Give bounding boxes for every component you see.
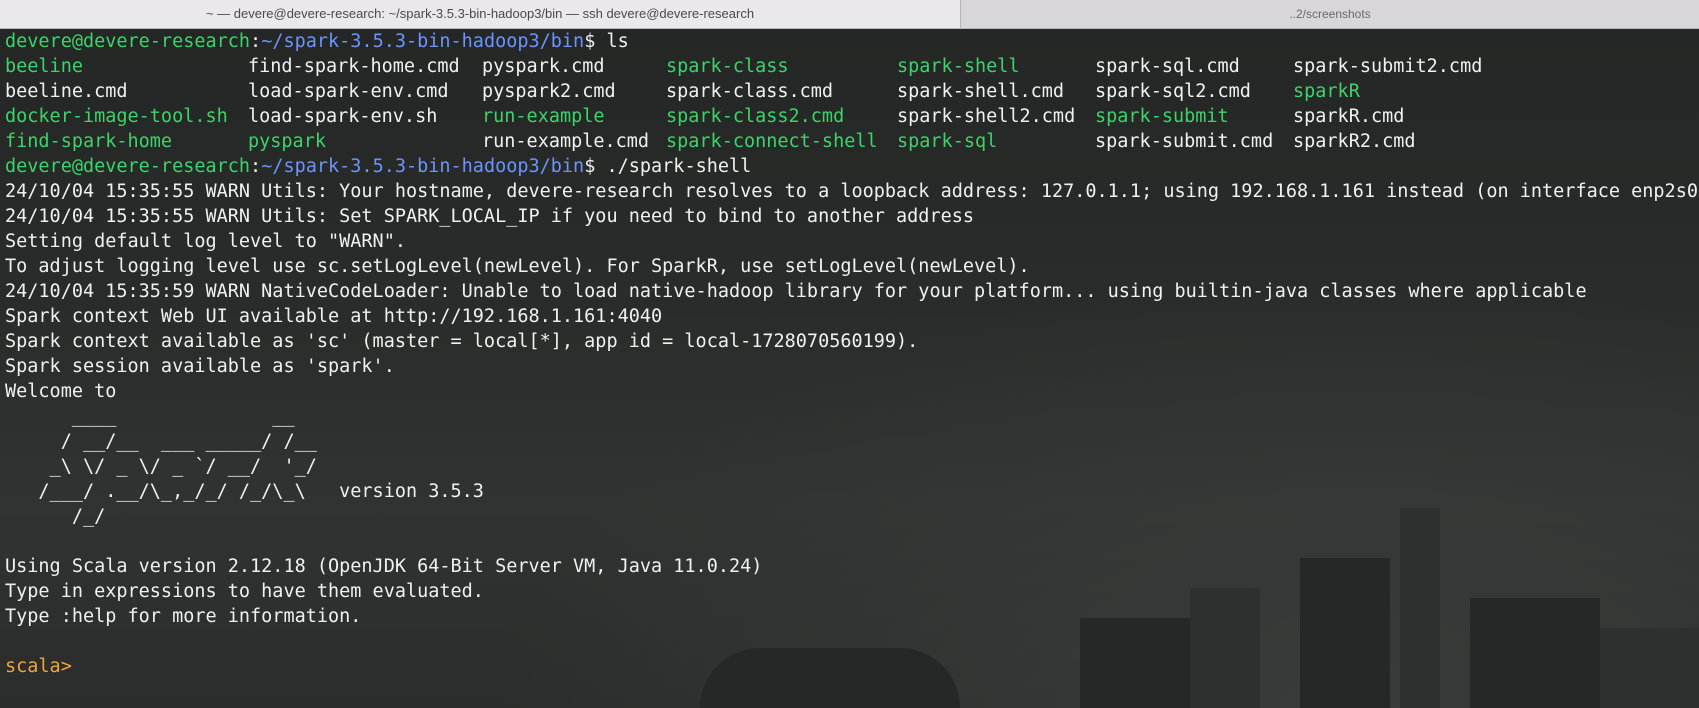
spark-banner-line: /___/ .__/\_,_/_/ /_/\_\ version 3.5.3: [5, 481, 484, 502]
ls-entry: load-spark-env.cmd: [248, 81, 449, 102]
spark-banner-line: _\ \/ _ \/ _ `/ __/ '_/: [5, 456, 317, 477]
log-line: Welcome to: [5, 381, 117, 402]
info-line: Using Scala version 2.12.18 (OpenJDK 64-…: [5, 556, 763, 577]
ls-entry: pyspark2.cmd: [482, 81, 616, 102]
info-line: Type in expressions to have them evaluat…: [5, 581, 484, 602]
prompt-line: devere@devere-research:~/spark-3.5.3-bin…: [5, 156, 752, 177]
ls-entry: spark-submit: [1095, 106, 1229, 127]
log-line: 24/10/04 15:35:59 WARN NativeCodeLoader:…: [5, 281, 1587, 302]
ls-entry: sparkR2.cmd: [1293, 131, 1416, 152]
prompt-user: devere@devere-research: [5, 31, 251, 52]
ls-row: beeline find-spark-home.cmd pyspark.cmd spa…: [0, 54, 1699, 79]
prompt-symbol: $: [584, 31, 596, 52]
ls-entry: run-example: [482, 106, 605, 127]
prompt-path: ~/spark-3.5.3-bin-hadoop3/bin: [261, 156, 585, 177]
ls-entry: spark-shell2.cmd: [897, 106, 1076, 127]
ls-entry: sparkR: [1293, 81, 1360, 102]
spark-banner-line: ____ __: [5, 406, 295, 427]
ls-entry: spark-shell: [897, 56, 1020, 77]
prompt-path: ~/spark-3.5.3-bin-hadoop3/bin: [261, 31, 585, 52]
log-line: 24/10/04 15:35:55 WARN Utils: Your hostn…: [5, 181, 1699, 202]
info-line: Type :help for more information.: [5, 606, 362, 627]
log-line: To adjust logging level use sc.setLogLev…: [5, 256, 1030, 277]
tab-ssh-session[interactable]: ~ — devere@devere-research: ~/spark-3.5.…: [0, 0, 960, 28]
ls-entry: spark-submit2.cmd: [1293, 56, 1483, 77]
prompt-symbol: $: [584, 156, 596, 177]
ls-entry: spark-connect-shell: [666, 131, 878, 152]
ls-row: docker-image-tool.sh load-spark-env.sh run…: [0, 104, 1699, 129]
terminal-output[interactable]: devere@devere-research:~/spark-3.5.3-bin…: [0, 29, 1699, 708]
ls-entry: spark-class: [666, 56, 789, 77]
spark-banner-line: / __/__ ___ _____/ /__: [5, 431, 317, 452]
tab-screenshots[interactable]: ..2/screenshots: [960, 0, 1699, 28]
ls-entry: beeline: [5, 56, 83, 77]
ls-entry: spark-submit.cmd: [1095, 131, 1274, 152]
prompt-user: devere@devere-research: [5, 156, 251, 177]
ls-entry: spark-class.cmd: [666, 81, 834, 102]
ls-entry: spark-sql.cmd: [1095, 56, 1240, 77]
ls-entry: find-spark-home: [5, 131, 173, 152]
scala-prompt[interactable]: scala>: [5, 654, 72, 679]
ls-row: beeline.cmd load-spark-env.cmd pyspark2.cm…: [0, 79, 1699, 104]
log-line: Setting default log level to "WARN".: [5, 231, 406, 252]
ls-entry: run-example.cmd: [482, 131, 650, 152]
tab-bar: ~ — devere@devere-research: ~/spark-3.5.…: [0, 0, 1699, 29]
ls-entry: beeline.cmd: [5, 81, 128, 102]
command-ls: ls: [606, 31, 629, 52]
log-line: Spark context available as 'sc' (master …: [5, 331, 919, 352]
ls-entry: pyspark.cmd: [482, 56, 605, 77]
ls-entry: sparkR.cmd: [1293, 106, 1405, 127]
ls-entry: find-spark-home.cmd: [248, 56, 460, 77]
ls-entry: spark-sql2.cmd: [1095, 81, 1251, 102]
log-line: Spark context Web UI available at http:/…: [5, 306, 663, 327]
ls-entry: spark-sql: [897, 131, 998, 152]
ls-entry: spark-class2.cmd: [666, 106, 845, 127]
ls-entry: spark-shell.cmd: [897, 81, 1065, 102]
log-line: 24/10/04 15:35:55 WARN Utils: Set SPARK_…: [5, 206, 975, 227]
prompt-line: devere@devere-research:~/spark-3.5.3-bin…: [5, 31, 629, 52]
command-spark-shell: ./spark-shell: [606, 156, 752, 177]
ls-row: find-spark-home pyspark run-example.cmd spa…: [0, 129, 1699, 154]
ls-entry: load-spark-env.sh: [248, 106, 438, 127]
ls-entry: pyspark: [248, 131, 326, 152]
ls-entry: docker-image-tool.sh: [5, 106, 228, 127]
log-line: Spark session available as 'spark'.: [5, 356, 395, 377]
spark-banner-line: /_/: [5, 506, 106, 527]
